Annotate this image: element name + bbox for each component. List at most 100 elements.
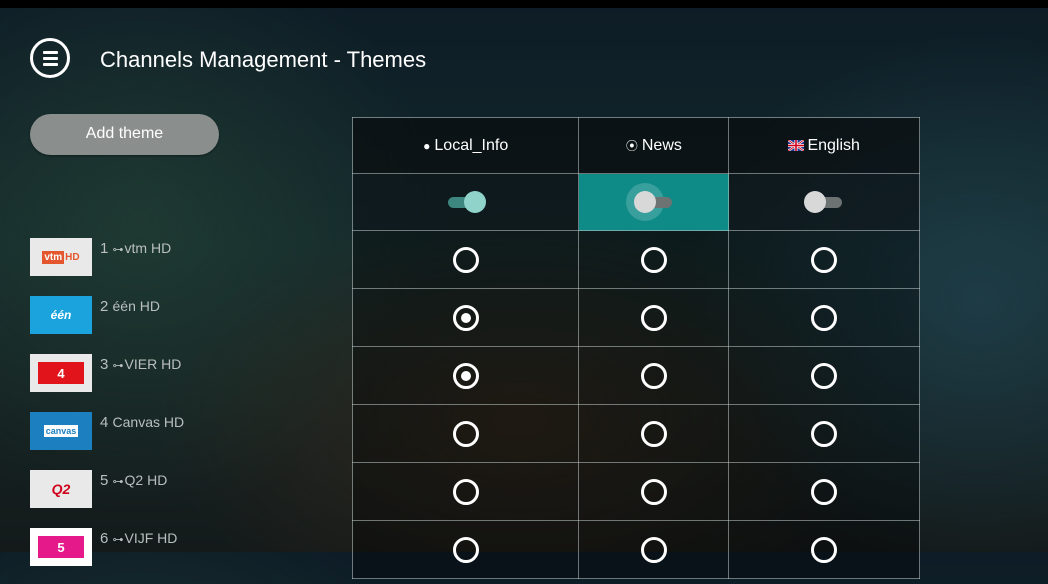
toggle-knob <box>463 191 486 213</box>
channel-label: 6 ⊶VIJF HD <box>100 530 177 547</box>
menu-icon-bar <box>42 62 58 66</box>
channel-logo-vier: 4 <box>30 354 92 392</box>
radio-button[interactable] <box>640 420 667 447</box>
theme-header-local-info[interactable]: ● Local_Info <box>351 117 580 174</box>
channel-logo-text: één <box>50 308 72 322</box>
channel-theme-row <box>351 288 920 347</box>
toggle-cell-local-info <box>351 173 580 231</box>
radio-cell <box>351 288 580 347</box>
theme-header-news[interactable]: ⦿ News <box>578 117 730 174</box>
channel-number: 4 <box>100 414 109 431</box>
lock-key-icon: ⊶ <box>112 244 124 256</box>
channel-item[interactable]: vtm HD 1 ⊶vtm HD <box>30 236 330 294</box>
channel-name: Q2 HD <box>124 472 168 488</box>
broadcast-icon: ⦿ <box>625 138 638 153</box>
theme-toggle-row <box>351 173 920 231</box>
channel-logo-text: 5 <box>38 536 84 558</box>
channel-logo-vijf: 5 <box>30 528 92 566</box>
channel-theme-row <box>351 346 920 405</box>
channel-logo-text: 4 <box>38 362 84 384</box>
channel-number: 5 <box>100 472 109 489</box>
radio-cell <box>578 346 730 405</box>
channel-logo-text: canvas <box>43 425 79 437</box>
channel-theme-row <box>351 520 920 579</box>
radio-cell <box>578 288 730 347</box>
channel-number: 6 <box>100 530 109 547</box>
radio-button[interactable] <box>452 246 479 273</box>
theme-header-row: ● Local_Info ⦿ News English <box>351 117 920 174</box>
channel-item[interactable]: 5 6 ⊶VIJF HD <box>30 526 330 584</box>
radio-button[interactable] <box>640 536 667 563</box>
radio-button[interactable] <box>811 246 838 273</box>
channel-logo-vtm: vtm HD <box>30 238 92 276</box>
channel-name: VIER HD <box>124 356 182 372</box>
channel-item[interactable]: Q2 5 ⊶Q2 HD <box>30 468 330 526</box>
radio-button[interactable] <box>452 478 479 505</box>
uk-flag-icon <box>788 139 805 151</box>
radio-cell <box>728 288 920 347</box>
radio-cell <box>578 404 730 463</box>
channel-item[interactable]: canvas 4 Canvas HD <box>30 410 330 468</box>
toggle-cell-news <box>578 173 730 231</box>
radio-cell <box>578 230 730 289</box>
radio-button[interactable] <box>640 246 667 273</box>
info-icon: ● <box>423 138 431 153</box>
channel-name: VIJF HD <box>124 530 178 546</box>
radio-cell <box>728 230 920 289</box>
add-theme-button[interactable]: Add theme <box>30 114 219 155</box>
channel-item[interactable]: één 2 één HD <box>30 294 330 352</box>
radio-cell <box>728 346 920 405</box>
channel-logo-canvas: canvas <box>30 412 92 450</box>
lock-key-icon: ⊶ <box>112 534 124 546</box>
channel-label: 3 ⊶VIER HD <box>100 356 181 373</box>
radio-cell <box>578 462 730 521</box>
theme-label: English <box>807 136 860 154</box>
radio-button[interactable] <box>811 420 838 447</box>
radio-cell <box>351 346 580 405</box>
theme-toggle-local-info[interactable] <box>446 191 486 213</box>
radio-cell <box>351 520 580 579</box>
radio-button[interactable] <box>811 362 838 389</box>
radio-button[interactable] <box>640 362 667 389</box>
menu-icon-bar <box>42 56 58 60</box>
radio-button[interactable] <box>640 478 667 505</box>
channel-label: 1 ⊶vtm HD <box>100 240 171 257</box>
menu-icon <box>42 50 58 54</box>
radio-button[interactable] <box>452 536 479 563</box>
toggle-knob <box>804 191 827 213</box>
radio-cell <box>351 404 580 463</box>
channel-number: 2 <box>100 298 109 315</box>
radio-button[interactable] <box>452 420 479 447</box>
radio-button[interactable] <box>811 536 838 563</box>
theme-label: Local_Info <box>434 136 509 154</box>
channel-logo-q2: Q2 <box>30 470 92 508</box>
menu-button[interactable] <box>30 38 70 78</box>
toggle-knob <box>633 191 656 213</box>
channel-label: 5 ⊶Q2 HD <box>100 472 167 489</box>
channel-logo-een: één <box>30 296 92 334</box>
channel-label: 2 één HD <box>100 298 160 315</box>
radio-cell <box>578 520 730 579</box>
channel-logo-text: Q2 <box>51 481 71 497</box>
lock-key-icon: ⊶ <box>112 476 124 488</box>
channel-number: 1 <box>100 240 109 257</box>
toggle-cell-english <box>728 173 920 231</box>
lock-key-icon: ⊶ <box>112 360 124 372</box>
themes-grid: ● Local_Info ⦿ News English <box>351 117 920 579</box>
radio-button[interactable] <box>452 362 479 389</box>
theme-header-english[interactable]: English <box>728 117 920 174</box>
channel-theme-row <box>351 404 920 463</box>
theme-toggle-news[interactable] <box>625 183 674 221</box>
radio-cell <box>728 520 920 579</box>
channel-number: 3 <box>100 356 109 373</box>
radio-button[interactable] <box>452 304 479 331</box>
radio-button[interactable] <box>811 304 838 331</box>
top-strip <box>0 0 1048 8</box>
radio-button[interactable] <box>811 478 838 505</box>
theme-toggle-english[interactable] <box>804 191 844 213</box>
radio-cell <box>351 462 580 521</box>
channel-item[interactable]: 4 3 ⊶VIER HD <box>30 352 330 410</box>
radio-cell <box>728 462 920 521</box>
radio-cell <box>728 404 920 463</box>
radio-button[interactable] <box>640 304 667 331</box>
